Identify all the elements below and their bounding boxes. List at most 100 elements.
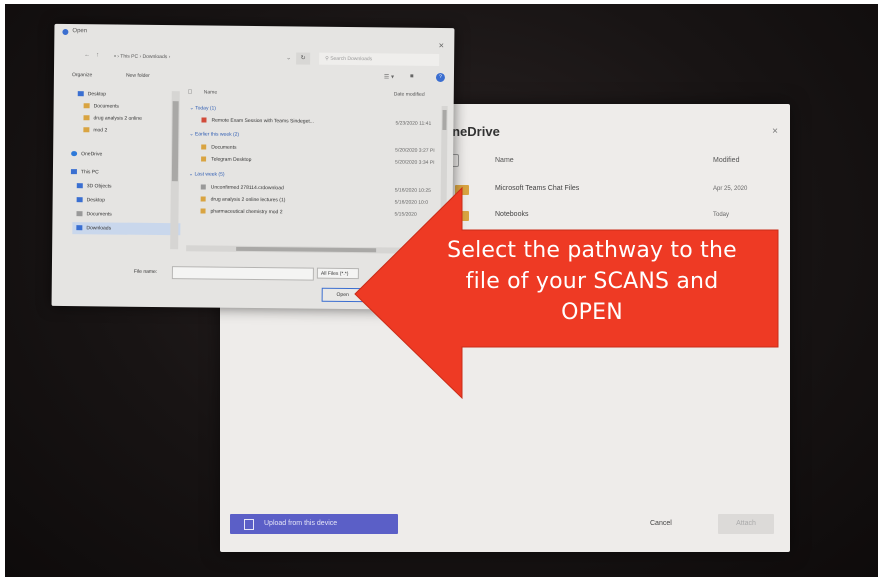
onedrive-row-modified: Today <box>713 212 730 218</box>
file-list-horizontal-scrollbar[interactable] <box>186 245 442 254</box>
nav-item-label: Downloads <box>86 225 112 232</box>
nav-item-label: Documents <box>93 103 119 110</box>
download-icon <box>76 225 83 231</box>
desktop-icon <box>76 197 83 203</box>
file-row[interactable]: Documents <box>201 142 237 153</box>
file-row[interactable]: Unconfirmed 278114.crdownload <box>200 182 284 194</box>
open-button[interactable]: Open <box>321 287 364 303</box>
file-date: 5/20/2020 3:34 PI <box>395 159 435 166</box>
callout-line: Select the pathway to the <box>447 238 737 263</box>
file-list: ☐ Name Date modified ⌄ Today (1) Remote … <box>186 85 448 252</box>
file-type-select[interactable]: All Files (*.*) <box>316 267 359 280</box>
nav-item-3d-objects[interactable]: 3D Objects <box>76 180 112 192</box>
file-row[interactable]: drug analysis 2 online lectures (1) <box>200 194 286 206</box>
file-name-label: File name: <box>133 268 158 276</box>
file-name: Unconfirmed 278114.crdownload <box>210 184 284 192</box>
group-header-last-week[interactable]: ⌄ Last week (5) <box>189 171 225 177</box>
nav-item-drug-analysis[interactable]: drug analysis 2 online <box>83 112 142 125</box>
cube-icon <box>76 183 83 189</box>
nav-item-documents[interactable]: Documents <box>83 100 119 112</box>
onedrive-row[interactable]: Microsoft Teams Chat Files Apr 25, 2020 <box>455 182 775 202</box>
file-name-input[interactable] <box>171 266 314 281</box>
up-arrow-icon[interactable]: ↑ <box>96 52 99 58</box>
nav-item-onedrive[interactable]: OneDrive <box>71 148 102 160</box>
group-label: Last week (5) <box>194 171 225 178</box>
cancel-button[interactable]: Cancel <box>650 520 672 527</box>
nav-item-mod2[interactable]: mod 2 <box>83 124 107 136</box>
nav-item-label: Desktop <box>87 91 107 98</box>
folder-icon <box>201 144 207 150</box>
file-date: 5/20/2020 3:27 PI <box>395 147 435 154</box>
nav-item-label: OneDrive <box>81 151 103 158</box>
nav-item-desktop-2[interactable]: Desktop <box>76 194 106 206</box>
back-arrow-icon[interactable]: ← <box>84 52 90 58</box>
file-name: pharmaceutical chemistry mod 2 <box>210 208 283 216</box>
file-date: 5/16/2020 10:25 <box>394 187 431 194</box>
group-label: Today (1) <box>195 105 216 112</box>
select-checkbox[interactable]: ☐ <box>188 89 193 95</box>
file-date: 5/15/2020 <box>394 211 417 218</box>
onedrive-row[interactable]: Notebooks Today <box>455 208 775 228</box>
nav-item-this-pc[interactable]: This PC <box>70 166 99 178</box>
nav-item-documents-2[interactable]: Documents <box>76 208 112 220</box>
cloud-icon <box>71 151 78 157</box>
file-date: 5/23/2020 11:41 <box>395 120 432 127</box>
callout-line: OPEN <box>561 299 623 325</box>
organize-menu[interactable]: Organize <box>72 72 92 78</box>
file-row[interactable]: Remote Exam Session with Teams Sindeget.… <box>201 115 314 127</box>
document-icon <box>76 211 83 217</box>
nav-item-label: 3D Objects <box>86 183 112 190</box>
nav-item-downloads[interactable]: Downloads <box>72 222 181 236</box>
file-list-vertical-scrollbar[interactable] <box>440 105 448 249</box>
file-icon <box>200 184 206 190</box>
scroll-thumb[interactable] <box>442 109 447 131</box>
breadcrumb-this-pc[interactable]: This PC <box>120 54 138 60</box>
folder-icon <box>83 115 90 121</box>
group-label: Earlier this week (2) <box>194 131 240 138</box>
app-icon <box>62 28 69 36</box>
new-folder-button[interactable]: New folder <box>126 73 150 79</box>
group-header-today[interactable]: ⌄ Today (1) <box>190 105 216 111</box>
folder-icon <box>455 211 469 221</box>
nav-item-label: Desktop <box>86 197 106 204</box>
nav-item-desktop[interactable]: Desktop <box>77 88 107 100</box>
file-row[interactable]: pharmaceutical chemistry mod 2 <box>200 206 283 218</box>
onedrive-row-name: Microsoft Teams Chat Files <box>495 185 580 192</box>
address-bar[interactable]: ▪ › This PC › Downloads › <box>114 51 284 65</box>
view-options-icon[interactable]: ☰ ▾ <box>384 73 394 80</box>
nav-item-label: This PC <box>80 169 99 176</box>
onedrive-name-header[interactable]: Name <box>495 157 514 164</box>
search-input[interactable]: ⚲ Search Downloads <box>319 52 440 66</box>
close-icon[interactable]: ✕ <box>438 42 444 50</box>
scroll-thumb[interactable] <box>236 246 377 253</box>
preview-pane-icon[interactable]: ■ <box>410 74 414 80</box>
upload-from-device-button[interactable]: Upload from this device <box>230 514 398 534</box>
navigation-pane: Desktop Documents drug analysis 2 online… <box>66 84 181 249</box>
refresh-icon[interactable]: ↻ <box>296 52 311 65</box>
scroll-thumb[interactable] <box>171 101 179 182</box>
name-column-header[interactable]: Name <box>204 89 217 95</box>
nav-item-label: mod 2 <box>93 127 108 134</box>
chevron-down-icon[interactable]: ⌄ <box>286 54 291 61</box>
folder-icon <box>83 103 90 109</box>
chevron-right-icon: › <box>167 54 171 61</box>
nav-item-label: drug analysis 2 online <box>93 115 142 122</box>
date-modified-column-header[interactable]: Date modified <box>394 91 425 97</box>
onedrive-close-icon[interactable]: × <box>772 126 778 137</box>
help-icon[interactable]: ? <box>435 72 445 83</box>
pc-icon <box>70 169 77 175</box>
onedrive-modified-header[interactable]: Modified <box>713 157 739 164</box>
group-header-earlier-this-week[interactable]: ⌄ Earlier this week (2) <box>189 131 239 138</box>
nav-scrollbar[interactable] <box>170 91 180 250</box>
file-row[interactable]: Telegram Desktop <box>201 154 251 166</box>
file-name: drug analysis 2 online lectures (1) <box>210 196 286 204</box>
attach-button[interactable]: Attach <box>718 514 774 534</box>
file-name: Telegram Desktop <box>211 156 252 163</box>
pdf-icon <box>201 117 207 123</box>
file-name: Documents <box>211 144 237 151</box>
folder-icon <box>200 196 206 202</box>
search-placeholder: Search Downloads <box>330 55 373 63</box>
breadcrumb-downloads[interactable]: Downloads <box>142 54 167 60</box>
file-name: Remote Exam Session with Teams Sindeget.… <box>211 117 314 125</box>
folder-icon <box>200 208 206 214</box>
